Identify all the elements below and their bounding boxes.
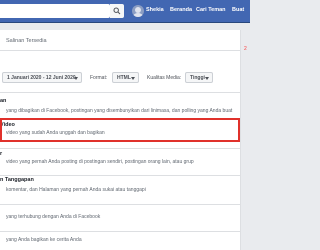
- format-value: HTML: [117, 75, 131, 81]
- section-divider: [0, 175, 240, 176]
- category-description: video yang pernah Anda posting di postin…: [6, 159, 194, 165]
- media-quality-select[interactable]: Tinggi: [185, 72, 213, 83]
- available-copies-tab[interactable]: Salinan Tersedia: [6, 38, 47, 44]
- media-quality-label: Kualitas Media:: [147, 75, 182, 81]
- side-marker: 2: [244, 46, 247, 52]
- profile-link[interactable]: Shekia: [146, 7, 164, 13]
- format-label: Format:: [90, 75, 108, 81]
- category-title: n Tanggapan: [0, 177, 34, 183]
- nav-find-friends-link[interactable]: Cari Teman: [196, 7, 226, 13]
- header-divider: [0, 50, 240, 51]
- chevron-down-icon: [205, 77, 209, 80]
- search-input[interactable]: [0, 4, 110, 18]
- chevron-down-icon: [131, 77, 135, 80]
- date-range-value: 1 Januari 2020 - 12 Juni 2020: [7, 75, 76, 81]
- category-title: an: [0, 98, 7, 104]
- highlight-box: [0, 118, 240, 142]
- nav-create-link[interactable]: Buat: [232, 7, 244, 13]
- section-divider: [0, 148, 240, 149]
- section-divider: [0, 231, 240, 232]
- category-description: komentar, dan Halaman yang pernah Anda s…: [6, 187, 146, 193]
- section-divider: [0, 204, 240, 205]
- nav-home-link[interactable]: Beranda: [170, 7, 192, 13]
- top-navigation-bar: Shekia Beranda Cari Teman Buat: [0, 0, 250, 23]
- search-button[interactable]: [110, 4, 124, 18]
- date-range-select[interactable]: 1 Januari 2020 - 12 Juni 2020: [2, 72, 82, 83]
- category-description: yang dibagikan di Facebook, postingan ya…: [6, 108, 233, 114]
- category-title: r: [0, 151, 3, 157]
- category-description: yang Anda bagikan ke cerita Anda: [6, 237, 82, 243]
- format-select[interactable]: HTML: [112, 72, 139, 83]
- category-description: yang terhubung dengan Anda di Facebook: [6, 214, 101, 220]
- search-icon: [113, 7, 121, 15]
- avatar[interactable]: [132, 5, 144, 17]
- section-divider: [0, 92, 240, 93]
- media-quality-value: Tinggi: [190, 75, 205, 81]
- chevron-down-icon: [74, 77, 78, 80]
